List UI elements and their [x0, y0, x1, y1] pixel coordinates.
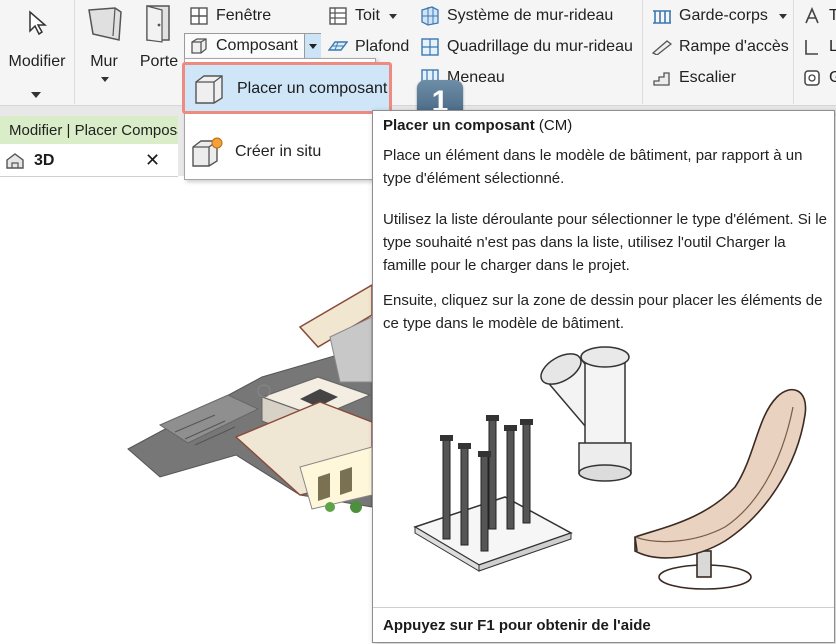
curtain-grid-icon: [420, 37, 440, 57]
tooltip-paragraph-1: Place un élément dans le modèle de bâtim…: [383, 147, 803, 187]
door-icon: [146, 5, 170, 43]
composant-button[interactable]: Composant: [189, 33, 298, 59]
escalier-button[interactable]: Escalier: [652, 65, 736, 91]
place-component-icon: [195, 75, 223, 104]
building-model-illustration: [127, 284, 372, 513]
model-3d-view[interactable]: [0, 177, 372, 644]
quadrillage-mur-rideau-label: Quadrillage du mur-rideau: [447, 38, 633, 55]
cut-item-2-label: L: [829, 38, 836, 55]
escalier-label: Escalier: [679, 69, 736, 86]
context-bar: Modifier | Placer Composant: [0, 116, 187, 144]
toit-button[interactable]: Toit: [328, 3, 397, 29]
dimension-icon: [802, 37, 822, 57]
mur-label: Mur: [90, 53, 118, 70]
house-3d-icon: [6, 153, 24, 169]
tooltip-help-text: Appuyez sur F1 pour obtenir de l'aide: [383, 617, 651, 634]
ceiling-icon: [328, 37, 348, 57]
menu-item-label: Créer in situ: [235, 143, 322, 160]
rampe-acces-label: Rampe d'accès: [679, 38, 789, 55]
railing-icon: [652, 6, 672, 26]
view-tab-label: 3D: [34, 152, 55, 169]
composant-split-button[interactable]: Composant: [184, 33, 321, 59]
cursor-arrow-icon: [29, 10, 48, 36]
cut-item-3-label: G: [829, 69, 836, 86]
pipe-fitting-drawing: [540, 346, 632, 482]
chevron-down-icon[interactable]: [388, 13, 397, 19]
tooltip-title-row: Placer un composant (CM): [383, 117, 572, 134]
tooltip-paragraph-2: Utilisez la liste déroulante pour sélect…: [383, 211, 827, 274]
menu-item-label: Placer un composant: [237, 80, 388, 97]
view-tab-3d[interactable]: 3D ✕: [0, 146, 178, 176]
menu-item-creer-in-situ[interactable]: Créer in situ: [187, 129, 373, 175]
porte-label: Porte: [139, 53, 179, 70]
menu-item-placer-un-composant[interactable]: Placer un composant: [182, 62, 392, 114]
tooltip-title: Placer un composant: [383, 117, 535, 134]
chevron-down-icon[interactable]: [778, 13, 787, 19]
window-icon: [189, 6, 209, 26]
component-icon: [189, 36, 209, 56]
fenetre-button[interactable]: Fenêtre: [189, 3, 271, 29]
cut-item-2[interactable]: L: [802, 34, 836, 60]
create-in-place-icon: [192, 137, 223, 167]
close-icon[interactable]: ✕: [145, 150, 160, 171]
quadrillage-mur-rideau-button[interactable]: Quadrillage du mur-rideau: [420, 34, 633, 60]
fenetre-label: Fenêtre: [216, 7, 272, 24]
wall-icon: [88, 7, 122, 41]
context-bar-text: Modifier | Placer Composant: [9, 121, 187, 139]
cut-item-3[interactable]: G: [802, 65, 836, 91]
ramp-icon: [652, 37, 672, 57]
cut-item-1[interactable]: T: [802, 3, 836, 29]
chevron-down-icon: [309, 44, 317, 49]
systeme-mur-rideau-label: Système de mur-rideau: [447, 7, 614, 24]
curtain-system-icon: [420, 6, 440, 26]
tag-icon: [802, 68, 822, 88]
chevron-down-icon[interactable]: [31, 92, 41, 98]
tooltip: Placer un composant (CM) Place un élémen…: [372, 110, 835, 643]
cut-item-1-label: T: [829, 7, 836, 24]
toit-label: Toit: [355, 7, 380, 24]
plafond-label: Plafond: [355, 38, 410, 55]
modifier-label: Modifier: [8, 53, 66, 70]
lounge-chair-drawing: [634, 388, 807, 590]
garde-corps-label: Garde-corps: [679, 7, 768, 24]
systeme-mur-rideau-button[interactable]: Système de mur-rideau: [420, 3, 613, 29]
tooltip-paragraph-3: Ensuite, cliquez sur la zone de dessin p…: [383, 292, 823, 332]
tooltip-shortcut: (CM): [534, 117, 573, 134]
text-icon: [802, 6, 822, 26]
roof-icon: [328, 6, 348, 26]
porte-button[interactable]: Porte: [134, 0, 184, 104]
rampe-acces-button[interactable]: Rampe d'accès: [652, 34, 789, 60]
composant-label: Composant: [216, 37, 298, 54]
tooltip-footer: Appuyez sur F1 pour obtenir de l'aide: [373, 607, 834, 644]
plafond-button[interactable]: Plafond: [328, 34, 409, 60]
component-examples-illustration: [413, 346, 807, 590]
garde-corps-button[interactable]: Garde-corps: [652, 3, 787, 29]
anchor-bolts-drawing: [413, 415, 573, 572]
stair-icon: [652, 68, 672, 88]
mur-button[interactable]: Mur: [76, 0, 132, 104]
chevron-down-icon[interactable]: [101, 77, 109, 82]
modifier-button[interactable]: Modifier: [0, 0, 74, 104]
composant-dropdown-arrow[interactable]: [304, 34, 321, 58]
